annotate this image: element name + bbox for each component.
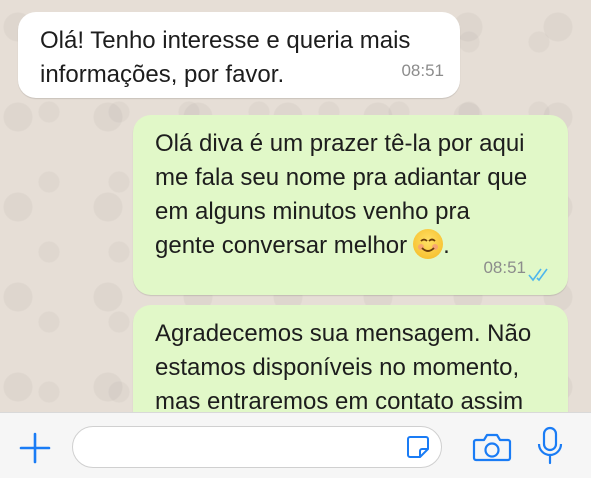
sticker-icon[interactable] <box>405 434 431 460</box>
plus-icon[interactable] <box>18 431 52 465</box>
message-time: 08:51 <box>483 258 526 277</box>
incoming-message[interactable]: Olá! Tenho interesse e queria mais inform… <box>18 12 460 98</box>
message-text: Olá! Tenho interesse e queria mais inform… <box>40 27 411 88</box>
microphone-icon[interactable] <box>536 426 564 466</box>
message-time: 08:51 <box>401 61 444 80</box>
smiling-face-emoji-icon <box>413 229 444 259</box>
outgoing-message[interactable]: Agradecemos sua mensagem. Não estamos dis… <box>133 305 568 412</box>
message-input[interactable] <box>72 426 442 468</box>
message-text: Agradecemos sua mensagem. Não estamos dis… <box>155 320 532 412</box>
composer-bar <box>0 412 591 478</box>
outgoing-message[interactable]: Olá diva é um prazer tê-la por aqui me fa… <box>133 115 568 295</box>
camera-icon[interactable] <box>472 431 512 463</box>
message-text: Olá diva é um prazer tê-la por aqui me fa… <box>155 130 528 259</box>
chat-area: Olá! Tenho interesse e queria mais inform… <box>0 0 591 412</box>
read-double-check-icon <box>528 268 548 282</box>
